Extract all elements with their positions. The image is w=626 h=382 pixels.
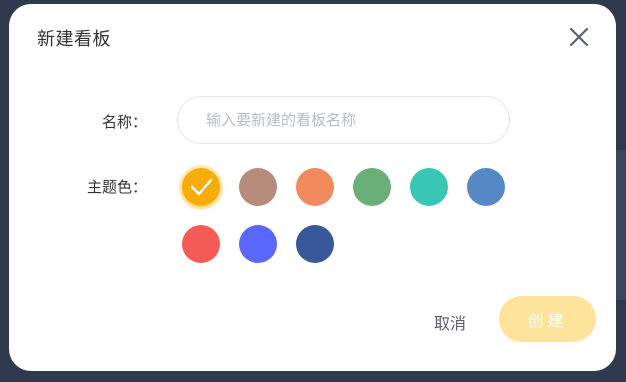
name-label: 名称： xyxy=(101,113,147,131)
color-swatch[interactable] xyxy=(353,168,391,206)
color-swatch[interactable] xyxy=(296,168,334,206)
check-icon xyxy=(190,178,213,196)
color-swatch[interactable] xyxy=(410,168,448,206)
new-board-dialog: 新建看板 名称： 主题色： 取消 创建 xyxy=(9,4,616,371)
theme-color-label: 主题色： xyxy=(86,178,147,196)
close-button[interactable] xyxy=(567,25,591,49)
color-swatch[interactable] xyxy=(182,168,220,206)
dialog-title: 新建看板 xyxy=(37,29,111,50)
color-swatch[interactable] xyxy=(182,225,220,263)
board-name-input[interactable] xyxy=(177,96,510,144)
cancel-button[interactable]: 取消 xyxy=(421,307,479,339)
color-swatch[interactable] xyxy=(296,225,334,263)
color-swatch[interactable] xyxy=(467,168,505,206)
color-swatch[interactable] xyxy=(239,168,277,206)
color-swatch[interactable] xyxy=(239,225,277,263)
close-icon xyxy=(569,27,589,47)
create-button[interactable]: 创建 xyxy=(499,296,596,342)
